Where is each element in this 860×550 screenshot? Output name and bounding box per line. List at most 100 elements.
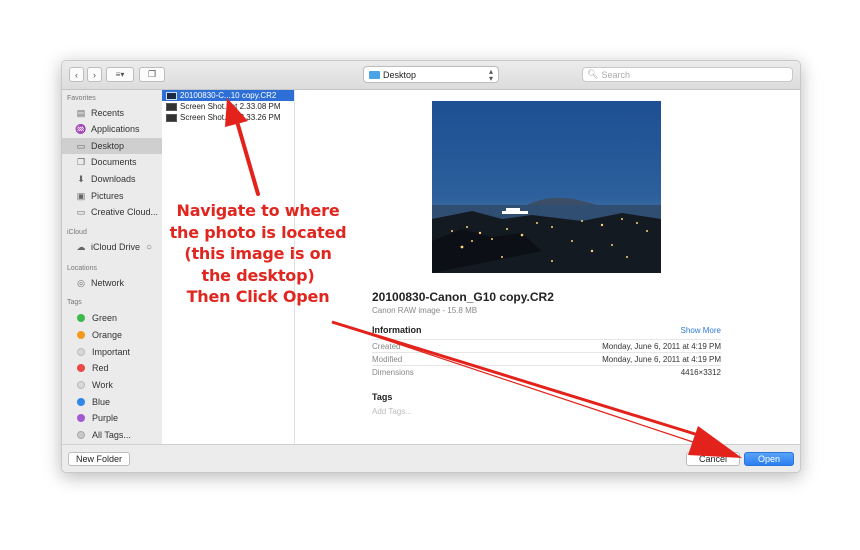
annotation-line: the photo is located	[169, 222, 347, 242]
location-label: Desktop	[383, 69, 417, 80]
new-folder-toolbar-button[interactable]: ❐	[139, 67, 165, 82]
sidebar-item-desktop[interactable]: ▭ Desktop	[62, 138, 162, 154]
chevron-left-icon: ‹	[75, 69, 78, 80]
cloud-icon: ☁︎	[76, 241, 86, 252]
sidebar-tag-important[interactable]: Important	[62, 344, 162, 360]
view-mode-button[interactable]: ≡▾	[106, 67, 134, 82]
annotation-line: Then Click Open	[186, 287, 330, 306]
sidebar-item-label: Downloads	[91, 174, 136, 184]
applications-icon: ♒	[75, 123, 87, 134]
green-tag-dot-icon	[77, 314, 85, 322]
cancel-button[interactable]: Cancel	[686, 452, 740, 466]
add-tags-field[interactable]: Add Tags...	[372, 407, 412, 416]
sidebar-item-label: Green	[92, 313, 118, 323]
search-icon: 🔍︎	[587, 69, 599, 79]
sidebar: Favorites ▤ Recents ♒ Applications ▭ Des…	[62, 90, 163, 444]
show-more-link[interactable]: Show More	[681, 326, 721, 335]
file-row[interactable]: Screen Shot...at 2.33.26 PM	[162, 112, 294, 123]
info-value: Monday, June 6, 2011 at 4:19 PM	[602, 341, 721, 351]
back-button[interactable]: ‹	[69, 67, 84, 82]
bottom-bar: New Folder Cancel Open	[62, 444, 800, 472]
sidebar-item-documents[interactable]: ❐ Documents	[62, 154, 162, 170]
sidebar-item-pictures[interactable]: ▣ Pictures	[62, 188, 162, 204]
screenshot-file-icon	[166, 113, 177, 122]
icloud-header: iCloud	[67, 229, 87, 236]
preview-title: 20100830-Canon_G10 copy.CR2	[372, 290, 554, 304]
sidebar-item-network[interactable]: ◎ Network	[62, 275, 162, 291]
file-name: Screen Shot...at 2.33.08 PM	[180, 102, 281, 111]
forward-button[interactable]: ›	[87, 67, 102, 82]
file-row[interactable]: Screen Shot...at 2.33.08 PM	[162, 101, 294, 112]
sidebar-tag-green[interactable]: Green	[62, 310, 162, 326]
preview-subtitle: Canon RAW image - 15.8 MB	[372, 306, 478, 315]
file-name: Screen Shot...at 2.33.26 PM	[180, 113, 281, 122]
recents-icon: ▤	[76, 107, 86, 118]
sidebar-item-recents[interactable]: ▤ Recents	[62, 105, 162, 121]
red-tag-dot-icon	[77, 364, 85, 372]
sidebar-item-applications[interactable]: ♒ Applications	[62, 121, 162, 137]
sidebar-item-label: Blue	[92, 397, 111, 407]
search-input[interactable]: 🔍︎ Search	[582, 67, 793, 82]
sidebar-item-label: Network	[91, 278, 125, 288]
photo-preview	[432, 101, 661, 273]
sync-status-icon: ○	[146, 241, 153, 253]
favorites-header: Favorites	[67, 95, 96, 102]
sidebar-item-label: Red	[92, 363, 109, 373]
location-popup[interactable]: Desktop ▴ ▾	[363, 66, 499, 83]
preview-pane: 20100830-Canon_G10 copy.CR2 Canon RAW im…	[295, 90, 800, 444]
sidebar-item-label: Pictures	[91, 191, 124, 201]
info-row-dimensions: Dimensions 4416×3312	[372, 365, 721, 378]
sidebar-item-label: Important	[92, 347, 131, 357]
sidebar-item-label: Desktop	[91, 141, 125, 151]
file-name: 20100830-C...10 copy.CR2	[180, 91, 277, 100]
search-placeholder: Search	[601, 69, 630, 80]
sidebar-tag-blue[interactable]: Blue	[62, 394, 162, 410]
chevron-right-icon: ›	[93, 69, 96, 80]
sidebar-tag-red[interactable]: Red	[62, 360, 162, 376]
info-value: 4416×3312	[680, 367, 721, 377]
new-folder-button[interactable]: New Folder	[68, 452, 130, 466]
sidebar-item-label: Creative Cloud...	[91, 207, 159, 217]
network-icon: ◎	[77, 277, 85, 288]
desktop-icon: ▭	[76, 140, 86, 151]
instruction-annotation: Navigate to where the photo is located (…	[163, 200, 353, 308]
info-key: Dimensions	[372, 367, 414, 377]
sidebar-item-label: Orange	[92, 330, 123, 340]
locations-header: Locations	[67, 265, 97, 272]
folder-icon	[369, 70, 380, 79]
sidebar-item-label: iCloud Drive	[91, 242, 141, 252]
sidebar-item-downloads[interactable]: ⬇︎ Downloads	[62, 171, 162, 187]
sidebar-item-label: Documents	[91, 157, 137, 167]
info-row-created: Created Monday, June 6, 2011 at 4:19 PM	[372, 339, 721, 352]
toolbar: ‹ › ≡▾ ❐ Desktop ▴ ▾ 🔍︎ Search	[62, 61, 800, 90]
sidebar-item-creative-cloud[interactable]: ▭ Creative Cloud...	[62, 204, 162, 220]
all-tags-icon	[77, 431, 85, 439]
sidebar-item-label: Purple	[92, 413, 119, 423]
info-row-modified: Modified Monday, June 6, 2011 at 4:19 PM	[372, 352, 721, 365]
pictures-icon: ▣	[76, 190, 86, 201]
sidebar-item-icloud-drive[interactable]: ☁︎ iCloud Drive ○	[62, 239, 162, 255]
chevron-updown-icon: ▴ ▾	[488, 67, 493, 83]
open-button[interactable]: Open	[744, 452, 794, 466]
sidebar-item-label: Applications	[91, 124, 140, 134]
information-header: Information	[372, 325, 422, 335]
info-key: Modified	[372, 354, 403, 364]
sidebar-tag-all-tags[interactable]: All Tags...	[62, 427, 162, 443]
purple-tag-dot-icon	[77, 414, 85, 422]
sidebar-tag-orange[interactable]: Orange	[62, 327, 162, 343]
sidebar-item-label: All Tags...	[92, 430, 131, 440]
downloads-icon: ⬇︎	[77, 173, 85, 184]
annotation-line: (this image is on	[184, 244, 332, 263]
tags-header: Tags	[372, 392, 393, 402]
file-row[interactable]: 20100830-C...10 copy.CR2	[162, 90, 294, 101]
sidebar-item-label: Work	[92, 380, 113, 390]
info-value: Monday, June 6, 2011 at 4:19 PM	[602, 354, 721, 364]
work-tag-dot-icon	[77, 381, 85, 389]
folder-icon: ▭	[76, 206, 86, 217]
screenshot-file-icon	[166, 102, 177, 111]
blue-tag-dot-icon	[77, 398, 85, 406]
sidebar-tag-purple[interactable]: Purple	[62, 410, 162, 426]
new-folder-icon: ❐	[147, 69, 157, 79]
sidebar-tag-work[interactable]: Work	[62, 377, 162, 393]
tags-header: Tags	[67, 299, 82, 306]
